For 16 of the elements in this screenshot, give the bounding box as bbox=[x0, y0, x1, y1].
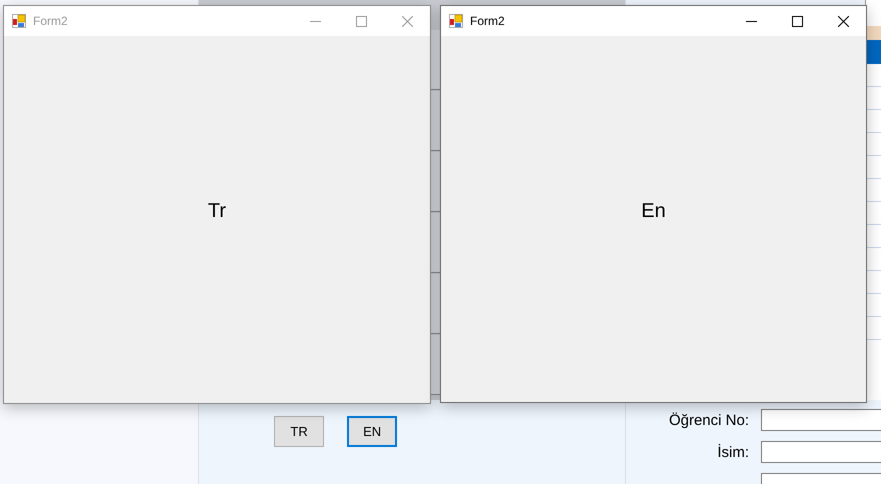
window-title: Form2 bbox=[33, 14, 69, 28]
form-label: En bbox=[641, 200, 666, 222]
app-icon bbox=[12, 14, 26, 28]
language-button[interactable]: EN bbox=[347, 416, 398, 447]
language-button[interactable]: TR bbox=[274, 416, 324, 447]
window-title: Form2 bbox=[470, 14, 506, 28]
maximize-icon bbox=[356, 16, 366, 26]
form-label: Tr bbox=[208, 200, 226, 223]
field-label: Öğrenci No: bbox=[668, 412, 749, 428]
field-label: İsim: bbox=[716, 444, 749, 460]
input-field[interactable] bbox=[761, 441, 881, 463]
maximize-icon bbox=[792, 16, 802, 26]
input-field[interactable] bbox=[761, 409, 881, 431]
close-icon bbox=[838, 16, 848, 26]
app-icon bbox=[449, 14, 463, 28]
close-icon bbox=[402, 16, 412, 26]
